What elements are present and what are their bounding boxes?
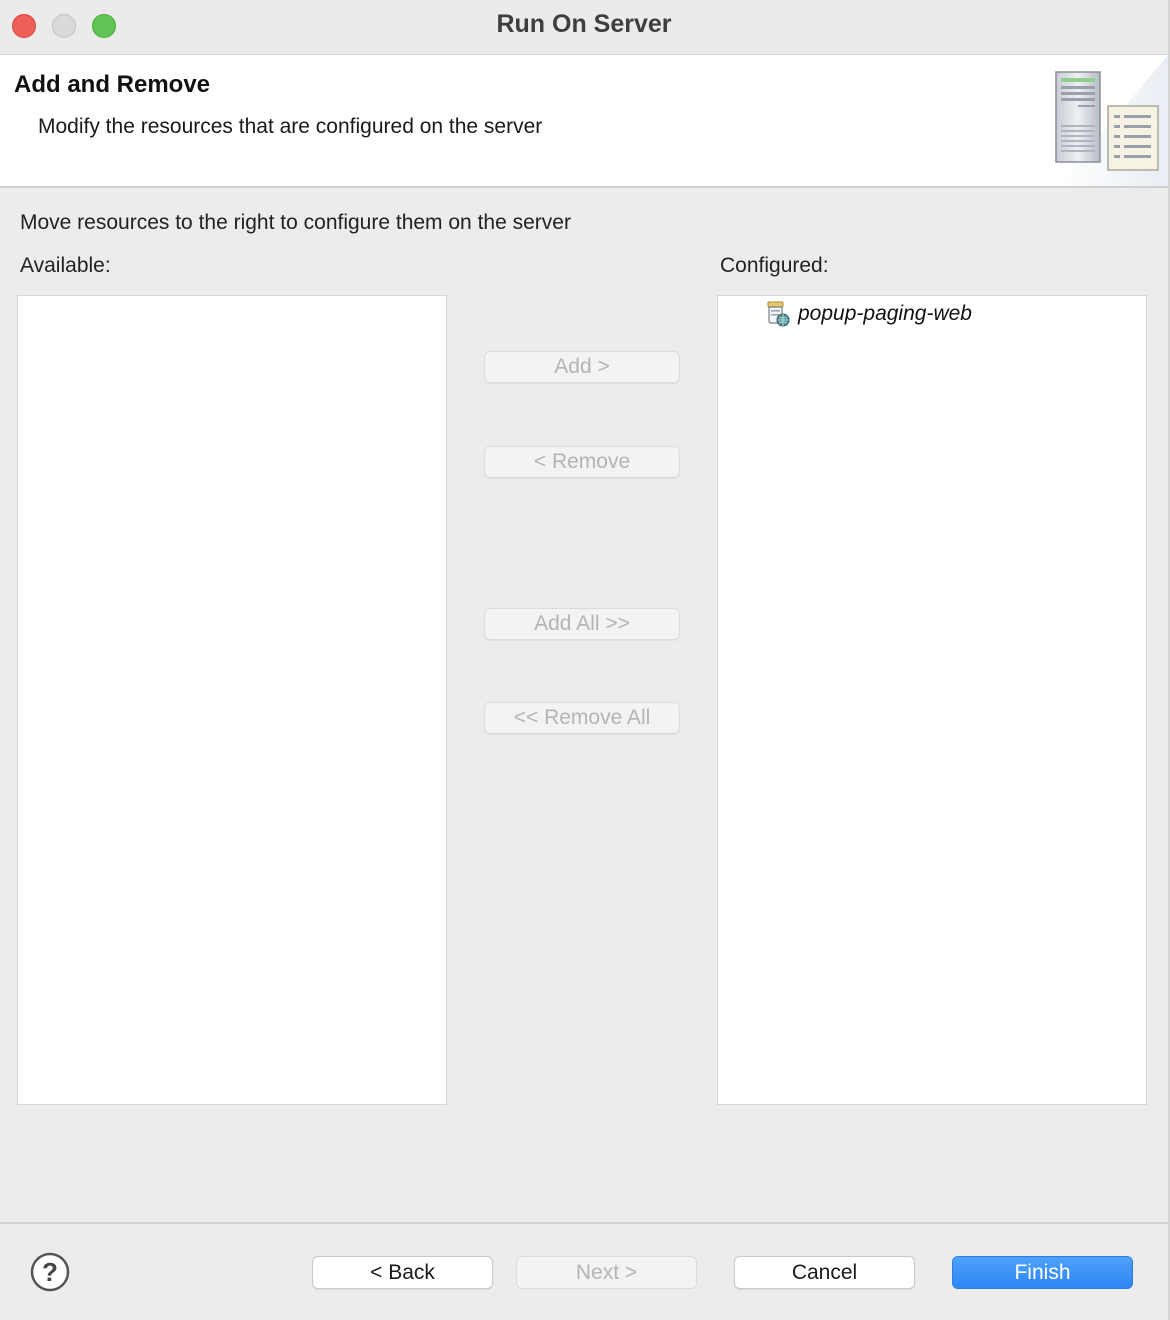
window-title: Run On Server (496, 10, 672, 38)
available-list[interactable] (17, 295, 447, 1105)
svg-text:?: ? (42, 1257, 58, 1287)
remove-button[interactable]: < Remove (484, 446, 680, 478)
server-wizard-icon (1018, 55, 1168, 186)
footer-divider (0, 1222, 1168, 1224)
title-bar: Run On Server (0, 0, 1168, 55)
cancel-button[interactable]: Cancel (734, 1256, 915, 1289)
help-icon[interactable]: ? (30, 1252, 70, 1292)
instructions-text: Move resources to the right to configure… (20, 211, 571, 234)
web-module-icon (767, 301, 790, 327)
configured-label: Configured: (720, 254, 829, 277)
page-title: Add and Remove (14, 71, 211, 98)
list-item[interactable]: popup-paging-web (764, 299, 972, 329)
wizard-header: Add and Remove Modify the resources that… (0, 55, 1168, 188)
available-label: Available: (20, 254, 111, 277)
remove-all-button[interactable]: << Remove All (484, 702, 680, 734)
back-button[interactable]: < Back (312, 1256, 493, 1289)
add-all-button[interactable]: Add All >> (484, 608, 680, 640)
next-button[interactable]: Next > (516, 1256, 697, 1289)
configured-list[interactable]: popup-paging-web (717, 295, 1147, 1105)
add-button[interactable]: Add > (484, 351, 680, 383)
list-item-label: popup-paging-web (798, 302, 972, 325)
page-description: Modify the resources that are configured… (38, 115, 543, 138)
finish-button[interactable]: Finish (952, 1256, 1133, 1289)
run-on-server-dialog: Run On Server Add and Remove Modify the … (0, 0, 1170, 1320)
